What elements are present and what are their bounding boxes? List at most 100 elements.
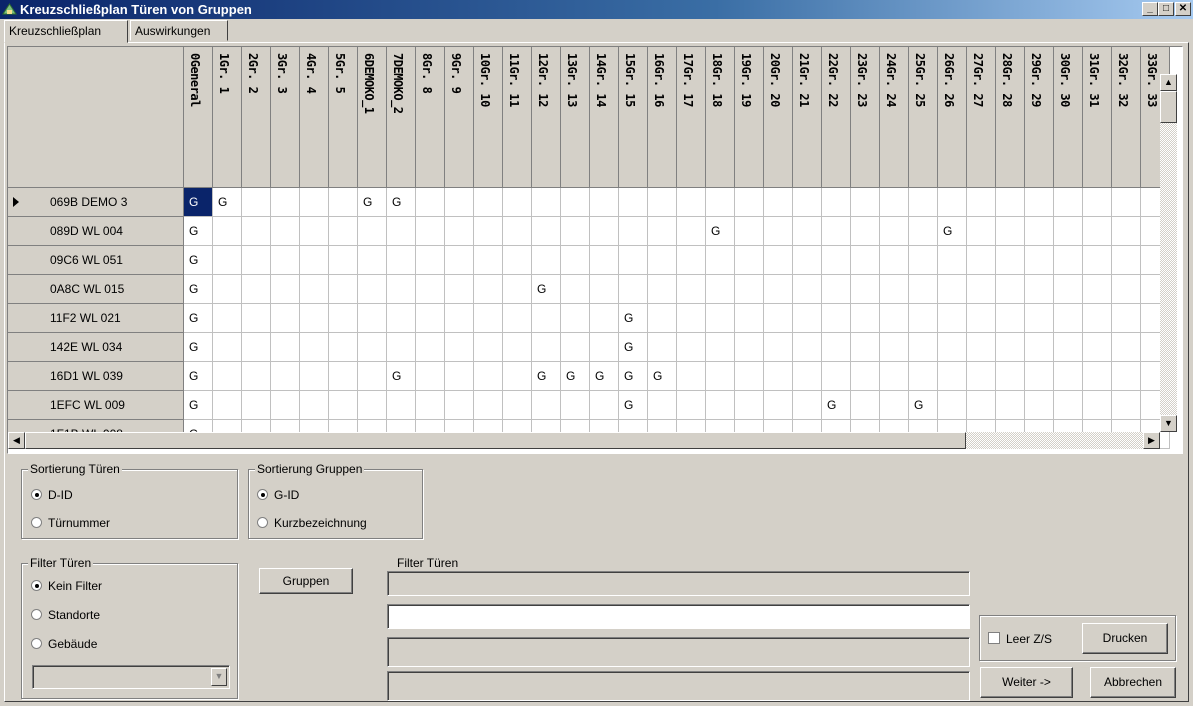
grid-cell[interactable]: G bbox=[184, 217, 213, 246]
grid-cell[interactable] bbox=[358, 362, 387, 391]
grid-cell[interactable] bbox=[822, 304, 851, 333]
horizontal-scroll-thumb[interactable] bbox=[25, 432, 966, 449]
row-header[interactable]: 16D1 WL 039 bbox=[8, 362, 184, 391]
grid-cell[interactable] bbox=[387, 333, 416, 362]
grid-cell[interactable] bbox=[213, 246, 242, 275]
grid-cell[interactable]: G bbox=[822, 391, 851, 420]
grid-cell[interactable] bbox=[474, 246, 503, 275]
grid-cell[interactable] bbox=[793, 217, 822, 246]
grid-cell[interactable] bbox=[793, 391, 822, 420]
scroll-right-button[interactable]: ▶ bbox=[1143, 432, 1160, 449]
grid-cell[interactable]: G bbox=[213, 188, 242, 217]
grid-cell[interactable] bbox=[706, 391, 735, 420]
grid-cell[interactable]: G bbox=[648, 362, 677, 391]
grid-cell[interactable] bbox=[1112, 246, 1141, 275]
grid-cell[interactable] bbox=[967, 246, 996, 275]
grid-cell[interactable] bbox=[503, 333, 532, 362]
column-header[interactable]: 5Gr. 5 bbox=[329, 47, 358, 188]
grid-cell[interactable] bbox=[503, 217, 532, 246]
grid-cell[interactable] bbox=[1025, 333, 1054, 362]
grid-cell[interactable]: G bbox=[387, 188, 416, 217]
grid-cell[interactable] bbox=[416, 275, 445, 304]
grid-cell[interactable] bbox=[532, 217, 561, 246]
grid-cell[interactable]: G bbox=[561, 362, 590, 391]
grid-cell[interactable] bbox=[1025, 362, 1054, 391]
column-header[interactable]: 29Gr. 29 bbox=[1025, 47, 1054, 188]
grid-cell[interactable] bbox=[474, 362, 503, 391]
grid-cell[interactable] bbox=[474, 391, 503, 420]
grid-cell[interactable] bbox=[764, 391, 793, 420]
grid-cell[interactable] bbox=[1083, 188, 1112, 217]
column-header[interactable]: 16Gr. 16 bbox=[648, 47, 677, 188]
grid-cell[interactable] bbox=[358, 333, 387, 362]
grid-cell[interactable] bbox=[822, 188, 851, 217]
cancel-button[interactable]: Abbrechen bbox=[1090, 667, 1176, 698]
grid-cell[interactable] bbox=[619, 275, 648, 304]
grid-cell[interactable] bbox=[822, 246, 851, 275]
grid-cell[interactable] bbox=[706, 246, 735, 275]
grid-cell[interactable] bbox=[880, 304, 909, 333]
grid-cell[interactable] bbox=[561, 391, 590, 420]
grid-cell[interactable] bbox=[590, 246, 619, 275]
grid-cell[interactable] bbox=[416, 188, 445, 217]
column-header[interactable]: 25Gr. 25 bbox=[909, 47, 938, 188]
grid-cell[interactable] bbox=[880, 391, 909, 420]
grid-cell[interactable] bbox=[213, 362, 242, 391]
grid-cell[interactable] bbox=[416, 217, 445, 246]
column-header[interactable]: 15Gr. 15 bbox=[619, 47, 648, 188]
grid-cell[interactable] bbox=[1025, 391, 1054, 420]
grid-cell[interactable] bbox=[967, 333, 996, 362]
grid-cell[interactable] bbox=[300, 391, 329, 420]
radio-sort-kurzbezeichnung[interactable]: Kurzbezeichnung bbox=[257, 516, 367, 530]
grid-cell[interactable] bbox=[213, 391, 242, 420]
grid-cell[interactable] bbox=[300, 362, 329, 391]
grid-cell[interactable] bbox=[735, 304, 764, 333]
grid-cell[interactable] bbox=[590, 217, 619, 246]
grid-cell[interactable]: G bbox=[184, 275, 213, 304]
column-header[interactable]: 31Gr. 31 bbox=[1083, 47, 1112, 188]
radio-sort-tuernummer[interactable]: Türnummer bbox=[31, 516, 110, 530]
grid-cell[interactable] bbox=[503, 188, 532, 217]
column-header[interactable]: 19Gr. 19 bbox=[735, 47, 764, 188]
column-header[interactable]: 8Gr. 8 bbox=[416, 47, 445, 188]
combo-dropdown-button[interactable]: ▼ bbox=[211, 668, 227, 686]
grid-cell[interactable]: G bbox=[619, 304, 648, 333]
grid-cell[interactable]: G bbox=[184, 333, 213, 362]
grid-cell[interactable] bbox=[706, 275, 735, 304]
column-header[interactable]: 9Gr. 9 bbox=[445, 47, 474, 188]
grid-cell[interactable] bbox=[329, 362, 358, 391]
filter-input[interactable] bbox=[387, 604, 970, 629]
grid-cell[interactable] bbox=[996, 275, 1025, 304]
grid-cell[interactable] bbox=[619, 217, 648, 246]
grid-cell[interactable] bbox=[967, 304, 996, 333]
grid-cell[interactable] bbox=[590, 333, 619, 362]
grid-cell[interactable] bbox=[735, 391, 764, 420]
vertical-scrollbar[interactable]: ▲ ▼ bbox=[1160, 74, 1177, 432]
grid-cell[interactable] bbox=[503, 304, 532, 333]
grid-cell[interactable] bbox=[387, 217, 416, 246]
column-header[interactable]: 28Gr. 28 bbox=[996, 47, 1025, 188]
row-header[interactable]: 1EFC WL 009 bbox=[8, 391, 184, 420]
grid-cell[interactable] bbox=[445, 217, 474, 246]
column-header[interactable]: 18Gr. 18 bbox=[706, 47, 735, 188]
grid-cell[interactable] bbox=[677, 275, 706, 304]
grid-cell[interactable] bbox=[329, 217, 358, 246]
grid-cell[interactable] bbox=[938, 246, 967, 275]
filter-combobox[interactable]: ▼ bbox=[32, 665, 230, 689]
grid-cell[interactable] bbox=[851, 246, 880, 275]
grid-cell[interactable] bbox=[1054, 391, 1083, 420]
grid-cell[interactable] bbox=[242, 217, 271, 246]
print-button[interactable]: Drucken bbox=[1082, 623, 1168, 654]
grid-cell[interactable] bbox=[561, 188, 590, 217]
column-header[interactable]: 22Gr. 22 bbox=[822, 47, 851, 188]
grid-cell[interactable] bbox=[735, 217, 764, 246]
grid-cell[interactable] bbox=[561, 304, 590, 333]
grid-cell[interactable] bbox=[1083, 275, 1112, 304]
grid-cell[interactable] bbox=[880, 188, 909, 217]
grid-cell[interactable] bbox=[503, 246, 532, 275]
grid-cell[interactable] bbox=[329, 304, 358, 333]
grid-cell[interactable] bbox=[416, 304, 445, 333]
grid-cell[interactable] bbox=[242, 275, 271, 304]
grid-cell[interactable] bbox=[329, 333, 358, 362]
grid-cell[interactable]: G bbox=[909, 391, 938, 420]
